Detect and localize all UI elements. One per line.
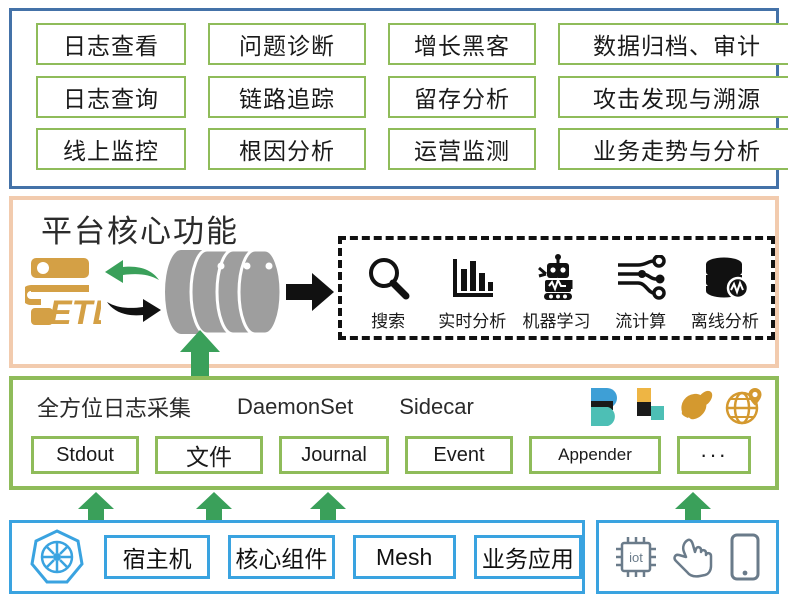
platform-core-section: 平台核心功能 ETL <box>9 196 779 368</box>
svg-text:ETL: ETL <box>49 294 101 330</box>
log-collection-section: 全方位日志采集 DaemonSet Sidecar Stdout 文件 Jour… <box>9 376 779 490</box>
scenario-box[interactable]: 日志查看 <box>36 23 186 65</box>
log-source-boxes: Stdout 文件 Journal Event Appender ··· <box>13 436 775 474</box>
database-analytics-icon <box>700 252 750 304</box>
capability-label: 搜索 <box>371 312 406 331</box>
touch-hand-icon[interactable] <box>671 534 715 580</box>
collector-logos <box>588 386 763 428</box>
robot-icon <box>531 252 581 304</box>
devices-row: iot <box>599 523 776 591</box>
magnifier-icon <box>365 252 411 304</box>
log-source-box[interactable]: Stdout <box>31 436 139 474</box>
etl-server-icon: ETL <box>25 258 101 330</box>
scenario-box[interactable]: 运营监测 <box>388 128 536 171</box>
capability-label: 离线分析 <box>690 312 759 331</box>
capability-realtime-analysis[interactable]: 实时分析 <box>430 246 514 332</box>
infra-box[interactable]: 核心组件 <box>228 535 335 579</box>
devices-section: iot <box>596 520 779 594</box>
scenario-box[interactable]: 日志查询 <box>36 75 186 118</box>
iot-chip-label: iot <box>629 550 643 565</box>
capability-offline-analysis[interactable]: 离线分析 <box>683 246 767 332</box>
beats-logo-icon <box>591 388 617 426</box>
scenario-box[interactable]: 数据归档、审计 <box>558 23 788 65</box>
scenario-box[interactable]: 攻击发现与溯源 <box>558 75 788 118</box>
database-disk-stack-icon <box>165 248 283 336</box>
collection-heading-row: 全方位日志采集 DaemonSet Sidecar <box>37 390 474 424</box>
log-source-box[interactable]: Event <box>405 436 513 474</box>
scenario-box[interactable]: 根因分析 <box>208 128 366 171</box>
capability-label: 机器学习 <box>522 312 591 331</box>
infra-box[interactable]: 宿主机 <box>104 535 211 579</box>
infrastructure-row: 宿主机 核心组件 Mesh 业务应用 <box>12 523 583 591</box>
stream-nodes-icon <box>616 252 666 304</box>
collection-heading: 全方位日志采集 <box>37 396 192 421</box>
bar-chart-icon <box>449 252 495 304</box>
smartphone-icon[interactable] <box>728 533 762 581</box>
capability-machine-learning[interactable]: 机器学习 <box>514 246 598 332</box>
black-curved-arrow-icon <box>107 299 161 322</box>
collection-mode-sidecar: Sidecar <box>399 394 474 419</box>
collection-mode-daemonset: DaemonSet <box>237 394 354 419</box>
scenarios-grid: 日志查看 问题诊断 增长黑客 数据归档、审计 日志查询 链路追踪 留存分析 攻击… <box>12 11 788 186</box>
scenarios-section: 日志查看 问题诊断 增长黑客 数据归档、审计 日志查询 链路追踪 留存分析 攻击… <box>9 8 788 189</box>
logstash-logo-icon <box>637 388 664 420</box>
capability-stream-computing[interactable]: 流计算 <box>599 246 683 332</box>
iot-chip-icon[interactable]: iot <box>613 534 659 580</box>
infra-box[interactable]: Mesh <box>352 535 456 579</box>
log-source-box[interactable]: Appender <box>529 436 661 474</box>
capability-search[interactable]: 搜索 <box>346 246 430 332</box>
scenario-box[interactable]: 增长黑客 <box>388 23 536 65</box>
platform-core-title: 平台核心功能 <box>41 214 239 249</box>
log-source-box-more[interactable]: ··· <box>677 436 751 474</box>
scenario-box[interactable]: 问题诊断 <box>208 23 366 65</box>
architecture-diagram: 日志查看 问题诊断 增长黑客 数据归档、审计 日志查询 链路追踪 留存分析 攻击… <box>0 0 788 604</box>
green-curved-arrow-icon <box>105 260 159 283</box>
etl-exchange-arrows <box>105 260 161 322</box>
core-capabilities-row: 搜索 实时分析 机器学习 流计算 离线分析 <box>342 240 771 336</box>
infra-box[interactable]: 业务应用 <box>473 535 583 579</box>
capability-label: 流计算 <box>615 312 667 331</box>
scenario-box[interactable]: 留存分析 <box>388 75 536 118</box>
green-up-arrow-collect-to-core <box>180 330 220 380</box>
core-capabilities-box: 搜索 实时分析 机器学习 流计算 离线分析 <box>338 236 775 340</box>
scenario-box[interactable]: 链路追踪 <box>208 75 366 118</box>
scenario-box[interactable]: 业务走势与分析 <box>558 128 788 171</box>
scenario-box[interactable]: 线上监控 <box>36 128 186 171</box>
fluentd-logo-icon <box>681 390 713 423</box>
globe-pin-logo-icon <box>725 388 762 425</box>
log-source-box[interactable]: 文件 <box>155 436 263 474</box>
infrastructure-section: 宿主机 核心组件 Mesh 业务应用 <box>9 520 585 594</box>
kubernetes-helm-icon <box>30 529 84 584</box>
capability-label: 实时分析 <box>438 312 507 331</box>
log-source-box[interactable]: Journal <box>279 436 389 474</box>
black-right-arrow-icon <box>286 273 334 311</box>
